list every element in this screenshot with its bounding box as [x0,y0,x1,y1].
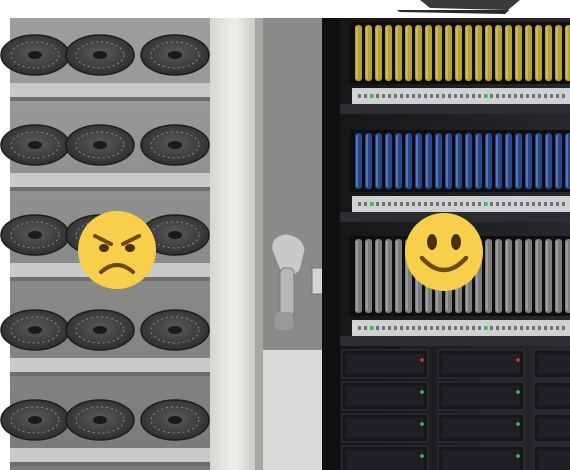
tape-reel [140,399,210,441]
angry-face-circle [78,211,156,289]
floor-light [263,350,323,470]
cabinet-drawer [341,381,429,411]
shelf-board-shadow [10,372,215,376]
smile-right-eye [451,234,461,250]
cabinet-side [322,18,340,470]
angry-right-eye [125,244,135,252]
smile-left-eye [427,234,437,250]
tape-reel [0,399,70,441]
smiling-face-emoji [405,213,483,291]
tape-reel [140,34,210,76]
cabinet-drawer [437,349,525,379]
angry-face-emoji [78,211,156,289]
shelf-board-shadow [10,187,215,191]
tape-reel [0,214,70,256]
cabinet-drawer [341,445,429,470]
shelf-board [10,83,215,97]
tape-reel [65,309,135,351]
smile-face-circle [405,213,483,291]
reel-band [340,22,570,114]
tape-reel [65,399,135,441]
shelf-board [10,173,215,187]
tape-reel [0,34,70,76]
cabinet-drawer [437,413,525,443]
cabinet-drawer [533,381,570,411]
cabinet-drawer [437,381,525,411]
shelf-board [10,358,215,372]
tape-reel [0,309,70,351]
shelf-post [210,18,260,470]
cabinet-drawer [533,445,570,470]
tape-reel [0,124,70,166]
scene-svg [0,0,570,470]
cabinet-drawer [341,349,429,379]
cabinet-drawer [533,413,570,443]
angry-left-eye [99,244,109,252]
shelf-board [10,448,215,462]
cabinet-drawer [437,445,525,470]
shelf-board-shadow [10,97,215,101]
tape-reel [140,124,210,166]
tape-reel [140,309,210,351]
tape-reel [65,34,135,76]
cabinet-drawer [533,349,570,379]
photo-scene [0,0,570,470]
reel-band [340,130,570,222]
shelf-board-shadow [10,462,215,466]
cabinet-drawer [341,413,429,443]
tape-reel [65,124,135,166]
shelf-post-shadow [255,18,263,470]
